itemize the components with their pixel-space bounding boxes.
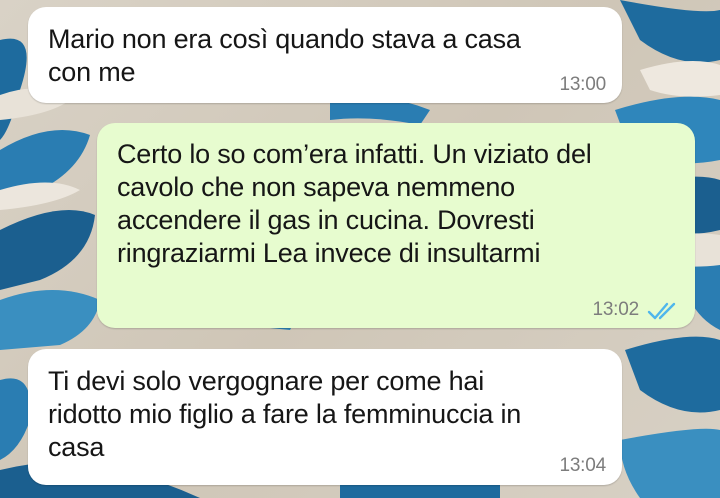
message-bubble-incoming[interactable]: Ti devi solo vergognare per come hai rid… [28, 349, 622, 485]
message-bubble-outgoing[interactable]: Certo lo so com’era infatti. Un viziato … [97, 123, 695, 328]
message-timestamp: 13:04 [559, 455, 606, 476]
message-timestamp: 13:02 [592, 299, 639, 320]
message-text: Mario non era così quando stava a casa c… [48, 24, 521, 87]
message-bubble-incoming[interactable]: Mario non era così quando stava a casa c… [28, 7, 622, 103]
message-text: Ti devi solo vergognare per come hai rid… [48, 366, 522, 462]
message-timestamp: 13:00 [559, 74, 606, 95]
double-check-read-icon [647, 302, 676, 320]
message-text: Certo lo so com’era infatti. Un viziato … [117, 139, 592, 268]
